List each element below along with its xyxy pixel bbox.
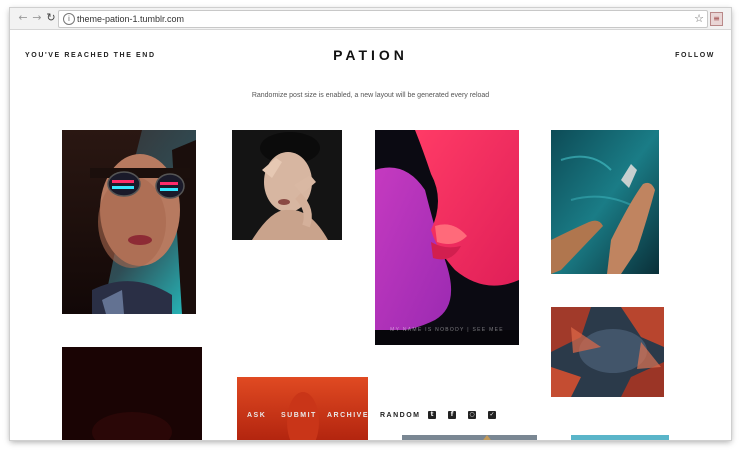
info-icon[interactable]: i [63,13,75,25]
submit-link[interactable]: SUBMIT [281,412,317,419]
back-arrow-icon[interactable]: ← [16,11,30,25]
bookmark-star-icon[interactable]: ☆ [694,11,704,27]
reload-icon[interactable]: ↻ [44,11,58,25]
ask-link[interactable]: ASK [247,412,266,419]
forward-arrow-icon[interactable]: → [30,11,44,25]
browser-toolbar: ← → ↻ i theme-pation-1.tumblr.com ☆ ≡ [10,8,731,30]
instagram-icon[interactable]: ○ [468,411,476,419]
url-text[interactable]: theme-pation-1.tumblr.com [77,12,184,26]
tumblr-page: YOU'VE REACHED THE END PATION FOLLOW Ran… [10,30,731,440]
archive-link[interactable]: ARCHIVE [327,412,369,419]
address-bar[interactable]: i theme-pation-1.tumblr.com ☆ [58,10,708,28]
tumblr-icon[interactable]: t [428,411,436,419]
random-link[interactable]: RANDOM [380,412,421,419]
facebook-icon[interactable]: f [448,411,456,419]
twitter-icon[interactable]: ✓ [488,411,496,419]
extension-icon[interactable]: ≡ [710,12,723,26]
browser-window: ← → ↻ i theme-pation-1.tumblr.com ☆ ≡ YO… [10,8,731,440]
bottom-navigation: ASK SUBMIT ARCHIVE RANDOM [10,30,731,440]
